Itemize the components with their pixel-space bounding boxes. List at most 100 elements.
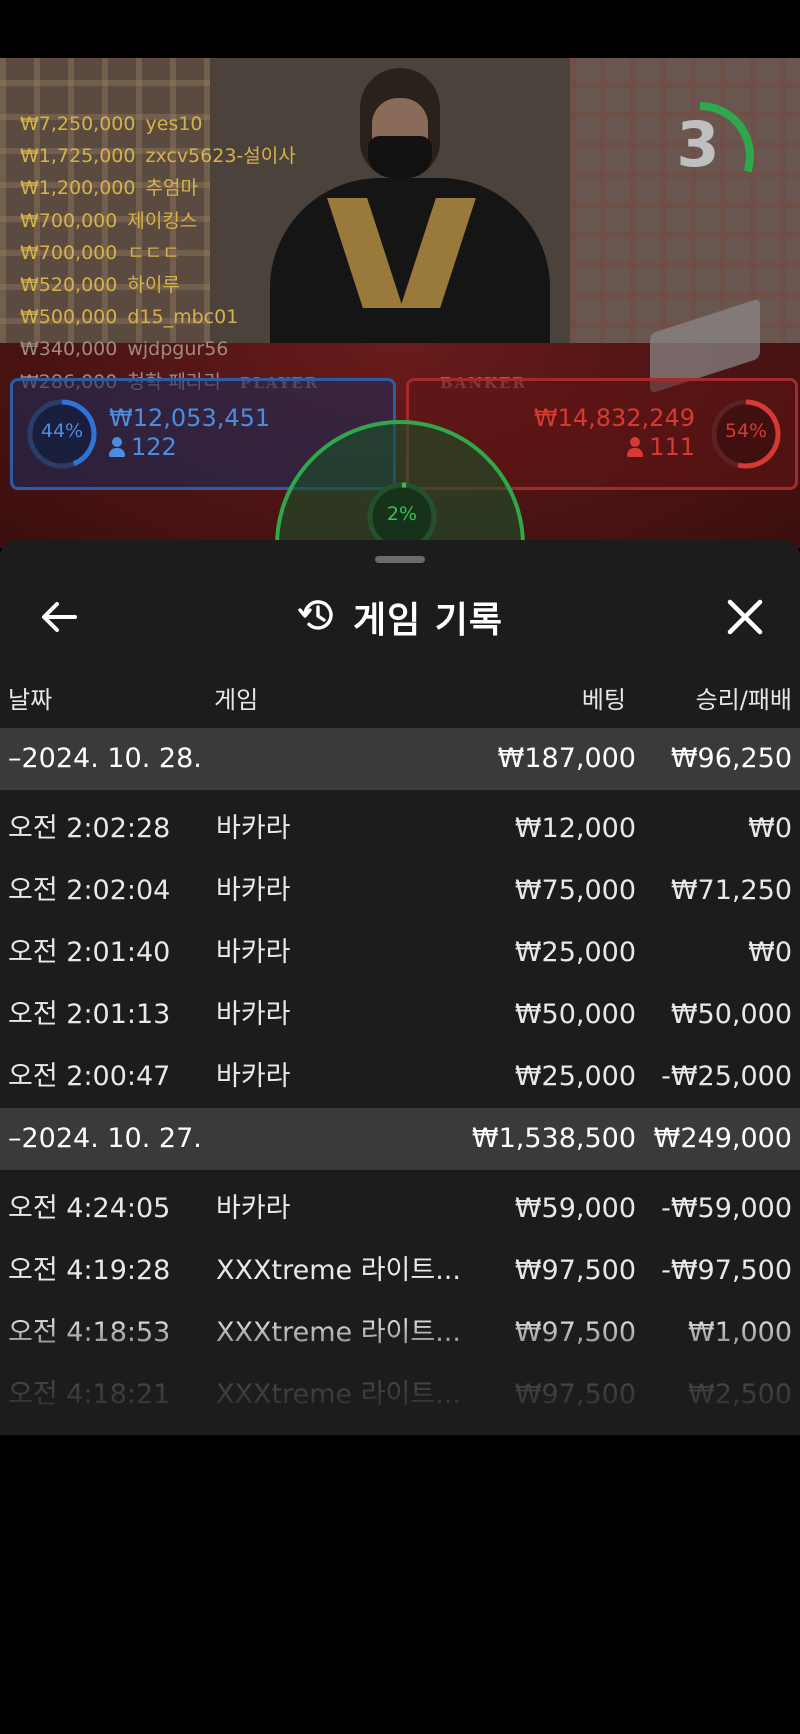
row-result: ₩2,500 bbox=[688, 1379, 792, 1410]
leaderboard-amount: ₩700,000 bbox=[20, 241, 118, 264]
date-group-header[interactable]: –2024. 10. 28. ₩187,000 ₩96,250 bbox=[0, 728, 800, 790]
player-total-bet: ₩12,053,451 bbox=[109, 404, 271, 432]
close-button[interactable] bbox=[720, 592, 770, 642]
person-icon bbox=[109, 437, 125, 457]
history-icon bbox=[297, 594, 339, 640]
row-game: XXXtreme 라이트... bbox=[216, 1317, 461, 1348]
row-bet: ₩97,500 bbox=[514, 1255, 636, 1286]
tie-percent: 2% bbox=[386, 503, 418, 525]
row-time: 오전 2:02:04 bbox=[8, 875, 171, 906]
row-bet: ₩97,500 bbox=[514, 1379, 636, 1410]
leaderboard-username: zxcv5623-설이사 bbox=[145, 145, 296, 168]
player-count-value: 122 bbox=[131, 433, 177, 461]
row-result: -₩25,000 bbox=[661, 1061, 792, 1092]
history-row[interactable]: 오전 2:01:40 바카라 ₩25,000 ₩0 bbox=[0, 922, 800, 984]
player-bettor-count: 122 bbox=[109, 433, 177, 461]
history-row[interactable]: 오전 2:02:28 바카라 ₩12,000 ₩0 bbox=[0, 798, 800, 860]
leaderboard-amount: ₩500,000 bbox=[20, 306, 118, 329]
leaderboard-row: ₩340,000 wjdpgur56 bbox=[20, 333, 296, 365]
row-game: 바카라 bbox=[216, 1193, 291, 1224]
row-bet: ₩59,000 bbox=[514, 1193, 636, 1224]
banker-percent: 54% bbox=[724, 420, 768, 442]
row-result: ₩71,250 bbox=[670, 875, 792, 906]
dealer-mask bbox=[368, 136, 432, 178]
row-game: 바카라 bbox=[216, 937, 291, 968]
row-bet: ₩97,500 bbox=[514, 1317, 636, 1348]
history-row[interactable]: 오전 2:01:13 바카라 ₩50,000 ₩50,000 bbox=[0, 984, 800, 1046]
row-time: 오전 4:24:05 bbox=[8, 1193, 171, 1224]
row-time: 오전 2:01:13 bbox=[8, 999, 171, 1030]
row-result: ₩0 bbox=[748, 937, 792, 968]
banker-percent-ring: 54% bbox=[709, 397, 783, 471]
player-percent: 44% bbox=[40, 420, 84, 442]
history-row[interactable]: 오전 4:19:28 XXXtreme 라이트... ₩97,500 -₩97,500 bbox=[0, 1240, 800, 1302]
row-time: 오전 2:01:40 bbox=[8, 937, 171, 968]
history-row[interactable]: 오전 4:24:05 바카라 ₩59,000 -₩59,000 bbox=[0, 1178, 800, 1240]
close-icon bbox=[727, 599, 763, 635]
row-game: XXXtreme 라이트... bbox=[216, 1255, 461, 1286]
history-row[interactable]: 오전 4:18:21 XXXtreme 라이트... ₩97,500 ₩2,500 bbox=[0, 1364, 800, 1426]
row-bet: ₩12,000 bbox=[514, 813, 636, 844]
row-result: -₩59,000 bbox=[661, 1193, 792, 1224]
leaderboard-row: ₩500,000 d15_mbc01 bbox=[20, 301, 296, 333]
history-row[interactable]: 오전 4:18:53 XXXtreme 라이트... ₩97,500 ₩1,000 bbox=[0, 1302, 800, 1364]
group-total-result: ₩96,250 bbox=[670, 743, 792, 774]
leaderboard-username: wjdpgur56 bbox=[127, 338, 229, 361]
sheet-drag-handle[interactable] bbox=[375, 556, 425, 563]
row-bet: ₩25,000 bbox=[514, 1061, 636, 1092]
history-row[interactable]: 오전 2:02:04 바카라 ₩75,000 ₩71,250 bbox=[0, 860, 800, 922]
history-row[interactable]: 오전 2:00:47 바카라 ₩25,000 -₩25,000 bbox=[0, 1046, 800, 1108]
leaderboard-row: ₩7,250,000 yes10 bbox=[20, 108, 296, 140]
person-icon bbox=[627, 437, 644, 457]
group-date: –2024. 10. 27. bbox=[8, 1123, 202, 1154]
leaderboard-username: yes10 bbox=[145, 113, 203, 135]
row-game: 바카라 bbox=[216, 875, 291, 906]
group-total-bet: ₩1,538,500 bbox=[471, 1123, 636, 1154]
group-total-bet: ₩187,000 bbox=[497, 743, 636, 774]
arrow-left-icon bbox=[42, 602, 77, 632]
group-date: –2024. 10. 28. bbox=[8, 743, 202, 774]
row-game: 바카라 bbox=[216, 1061, 291, 1092]
sheet-title-group: 게임 기록 bbox=[0, 582, 800, 652]
leaderboard: ₩7,250,000 yes10 ₩1,725,000 zxcv5623-설이사 ₩1,… bbox=[20, 108, 296, 398]
row-result: ₩0 bbox=[748, 813, 792, 844]
row-time: 오전 4:18:53 bbox=[8, 1317, 171, 1348]
leaderboard-username: ㄷㄷㄷ bbox=[127, 241, 180, 264]
leaderboard-row: ₩700,000 제이킹스 bbox=[20, 205, 296, 237]
leaderboard-amount: ₩340,000 bbox=[20, 338, 118, 361]
leaderboard-amount: ₩1,200,000 bbox=[20, 177, 136, 200]
back-button[interactable] bbox=[35, 592, 85, 642]
countdown-timer: 3 bbox=[660, 86, 770, 196]
row-bet: ₩25,000 bbox=[514, 937, 636, 968]
leaderboard-username: 제이킹스 bbox=[127, 209, 198, 232]
row-time: 오전 4:18:21 bbox=[8, 1379, 171, 1410]
countdown-value: 3 bbox=[676, 108, 720, 181]
sheet-header: 게임 기록 bbox=[0, 582, 800, 652]
row-game: 바카라 bbox=[216, 813, 291, 844]
row-time: 오전 4:19:28 bbox=[8, 1255, 171, 1286]
date-group-header[interactable]: –2024. 10. 27. ₩1,538,500 ₩249,000 bbox=[0, 1108, 800, 1170]
group-total-result: ₩249,000 bbox=[653, 1123, 792, 1154]
row-time: 오전 2:02:28 bbox=[8, 813, 171, 844]
leaderboard-amount: ₩7,250,000 bbox=[20, 113, 136, 135]
leaderboard-amount: ₩1,725,000 bbox=[20, 145, 136, 168]
sheet-title: 게임 기록 bbox=[352, 600, 503, 641]
row-game: 바카라 bbox=[216, 999, 291, 1030]
row-result: ₩1,000 bbox=[688, 1317, 792, 1348]
leaderboard-row: ₩1,200,000 추엄마 bbox=[20, 172, 296, 204]
banker-total-bet: ₩14,832,249 bbox=[533, 404, 695, 432]
banker-bettor-count: 111 bbox=[627, 433, 695, 461]
leaderboard-row: ₩700,000 ㄷㄷㄷ bbox=[20, 237, 296, 269]
leaderboard-amount: ₩520,000 bbox=[20, 274, 118, 297]
player-percent-ring: 44% bbox=[25, 397, 99, 471]
game-history-sheet: 게임 기록 날짜 게임 베팅 승리/패배 –2024. 10. 28. ₩187,… bbox=[0, 540, 800, 1435]
leaderboard-username: 하이루 bbox=[127, 274, 180, 297]
row-bet: ₩75,000 bbox=[514, 875, 636, 906]
column-header-bet: 베팅 bbox=[581, 686, 626, 714]
leaderboard-username: 추엄마 bbox=[145, 177, 198, 200]
leaderboard-row: ₩1,725,000 zxcv5623-설이사 bbox=[20, 140, 296, 172]
row-result: -₩97,500 bbox=[661, 1255, 792, 1286]
column-header-game: 게임 bbox=[214, 686, 259, 714]
